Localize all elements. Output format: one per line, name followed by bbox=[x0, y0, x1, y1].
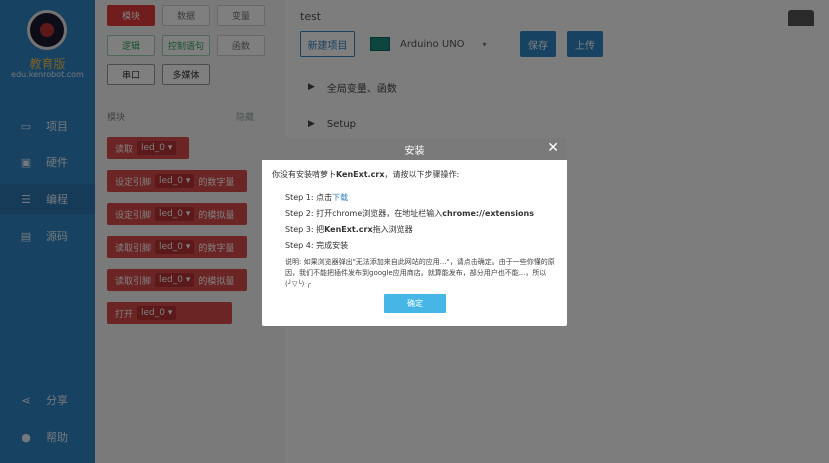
dialog-body: 你没有安装啃萝卜KenExt.crx，请按以下步骤操作: Step 1: 点击下… bbox=[262, 160, 567, 299]
close-icon[interactable]: ✕ bbox=[547, 141, 559, 155]
intro-text: ，请按以下步骤操作: bbox=[384, 170, 460, 179]
extensions-url: chrome://extensions bbox=[442, 209, 534, 218]
intro-filename: KenExt.crx bbox=[336, 170, 385, 179]
step-3: Step 3: 把KenExt.crx拖入浏览器 bbox=[285, 224, 557, 235]
dialog-note: 说明: 如果浏览器弹出"无法添加来自此网站的应用..."，请点击确定。由于一些你… bbox=[285, 258, 555, 288]
step-text: 拖入浏览器 bbox=[372, 225, 413, 234]
step-4: Step 4: 完成安装 bbox=[285, 241, 349, 250]
intro-text: 你没有安装啃萝卜 bbox=[272, 170, 336, 179]
step-text: Step 2: 打开chrome浏览器，在地址栏输入 bbox=[285, 209, 443, 218]
dialog-intro: 你没有安装啃萝卜KenExt.crx，请按以下步骤操作: bbox=[272, 169, 557, 180]
step-text: Step 3: 把 bbox=[285, 225, 325, 234]
ok-button[interactable]: 确定 bbox=[384, 294, 446, 313]
step-text: Step 1: 点击 bbox=[285, 193, 333, 202]
download-link[interactable]: 下载 bbox=[332, 193, 348, 202]
dialog-header: 安装 ✕ bbox=[262, 138, 567, 160]
step-2: Step 2: 打开chrome浏览器，在地址栏输入chrome://exten… bbox=[285, 208, 557, 219]
step-filename: KenExt.crx bbox=[324, 225, 373, 234]
step-1: Step 1: 点击下载 bbox=[285, 192, 557, 203]
install-dialog: 安装 ✕ 你没有安装啃萝卜KenExt.crx，请按以下步骤操作: Step 1… bbox=[262, 138, 567, 326]
dialog-title: 安装 bbox=[404, 145, 425, 157]
